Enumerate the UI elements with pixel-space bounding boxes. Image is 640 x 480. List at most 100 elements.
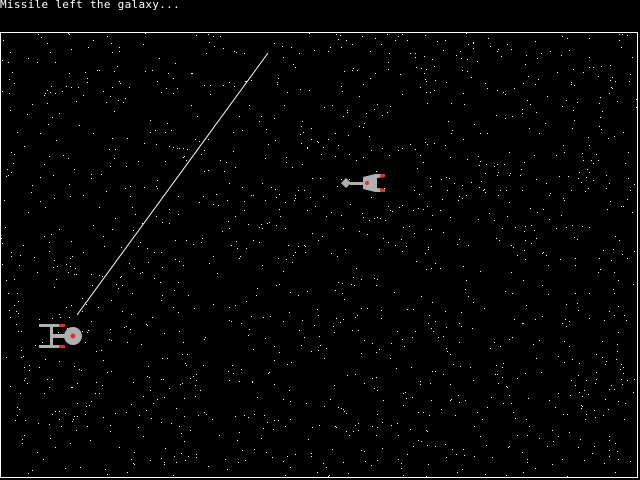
star bbox=[614, 293, 615, 294]
star bbox=[359, 96, 360, 97]
star bbox=[29, 370, 30, 371]
star bbox=[452, 130, 453, 131]
star bbox=[548, 265, 549, 266]
galaxy-viewport[interactable] bbox=[0, 32, 638, 478]
star bbox=[343, 409, 344, 410]
star bbox=[342, 293, 343, 294]
star bbox=[49, 156, 50, 157]
star bbox=[69, 317, 70, 318]
star bbox=[44, 164, 45, 165]
star bbox=[610, 201, 611, 202]
star bbox=[312, 178, 313, 179]
star bbox=[196, 35, 197, 36]
star bbox=[552, 464, 553, 465]
star bbox=[377, 104, 378, 105]
star bbox=[468, 44, 469, 45]
star bbox=[161, 300, 162, 301]
star bbox=[578, 178, 579, 179]
star bbox=[420, 384, 421, 385]
star bbox=[581, 408, 582, 409]
star bbox=[420, 155, 421, 156]
star bbox=[504, 164, 505, 165]
star bbox=[248, 417, 249, 418]
star bbox=[498, 49, 499, 50]
star bbox=[423, 162, 424, 163]
star bbox=[601, 66, 602, 67]
star bbox=[4, 200, 5, 201]
star bbox=[279, 352, 280, 353]
star bbox=[614, 389, 615, 390]
star bbox=[502, 228, 503, 229]
star bbox=[274, 420, 275, 421]
star bbox=[56, 279, 57, 280]
star bbox=[615, 236, 616, 237]
star bbox=[156, 216, 157, 217]
star bbox=[402, 94, 403, 95]
star bbox=[32, 470, 33, 471]
star bbox=[246, 301, 247, 302]
star bbox=[600, 97, 601, 98]
star bbox=[66, 264, 67, 265]
star bbox=[341, 215, 342, 216]
star bbox=[525, 64, 526, 65]
star bbox=[110, 166, 111, 167]
star bbox=[561, 55, 562, 56]
star bbox=[267, 223, 268, 224]
star bbox=[204, 339, 205, 340]
star bbox=[496, 365, 497, 366]
star bbox=[138, 246, 139, 247]
star bbox=[564, 341, 565, 342]
star bbox=[464, 455, 465, 456]
star bbox=[112, 52, 113, 53]
star bbox=[107, 474, 108, 475]
star bbox=[344, 71, 345, 72]
star bbox=[311, 128, 312, 129]
star bbox=[51, 234, 52, 235]
star bbox=[450, 157, 451, 158]
star bbox=[72, 256, 73, 257]
star bbox=[267, 422, 268, 423]
star bbox=[223, 48, 224, 49]
star bbox=[377, 427, 378, 428]
star bbox=[500, 346, 501, 347]
star bbox=[218, 205, 219, 206]
star bbox=[286, 259, 287, 260]
star bbox=[335, 133, 336, 134]
star bbox=[567, 414, 568, 415]
star bbox=[397, 331, 398, 332]
star bbox=[430, 178, 431, 179]
star bbox=[517, 435, 518, 436]
star bbox=[460, 51, 461, 52]
star bbox=[235, 216, 236, 217]
star bbox=[451, 103, 452, 104]
star bbox=[330, 47, 331, 48]
star bbox=[73, 419, 74, 420]
star bbox=[118, 100, 119, 101]
star bbox=[343, 319, 344, 320]
star bbox=[594, 410, 595, 411]
star bbox=[115, 218, 116, 219]
star bbox=[530, 104, 531, 105]
star bbox=[24, 380, 25, 381]
star bbox=[120, 277, 121, 278]
star bbox=[239, 381, 240, 382]
star bbox=[275, 140, 276, 141]
star bbox=[236, 241, 237, 242]
star bbox=[169, 388, 170, 389]
star bbox=[269, 222, 270, 223]
star bbox=[459, 342, 460, 343]
star bbox=[17, 415, 18, 416]
star bbox=[105, 469, 106, 470]
star bbox=[447, 351, 448, 352]
star bbox=[531, 243, 532, 244]
star bbox=[280, 216, 281, 217]
star bbox=[473, 42, 474, 43]
star bbox=[133, 230, 134, 231]
star bbox=[583, 72, 584, 73]
star bbox=[83, 252, 84, 253]
star bbox=[349, 154, 350, 155]
star bbox=[204, 85, 205, 86]
star bbox=[101, 174, 102, 175]
star bbox=[451, 399, 452, 400]
star bbox=[83, 195, 84, 196]
